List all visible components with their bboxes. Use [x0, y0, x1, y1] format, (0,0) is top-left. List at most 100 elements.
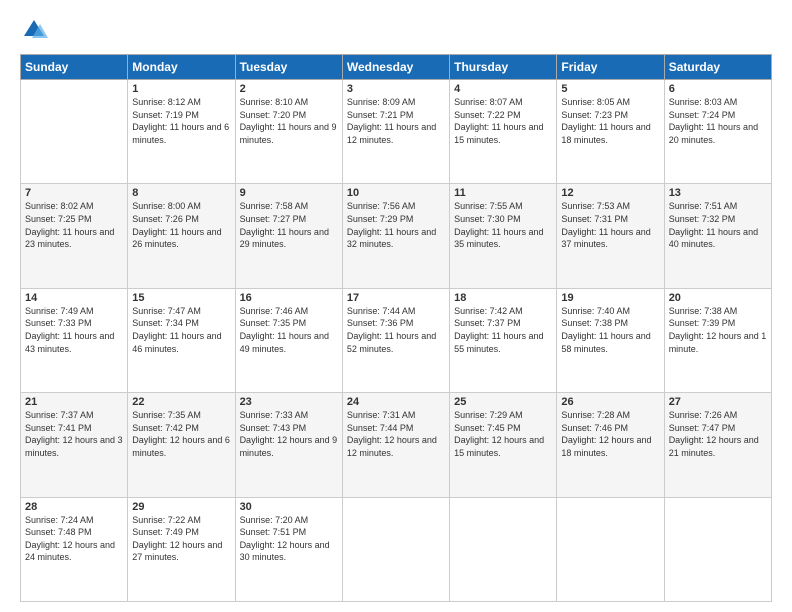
calendar-cell: 12Sunrise: 7:53 AMSunset: 7:31 PMDayligh… — [557, 184, 664, 288]
calendar-cell: 21Sunrise: 7:37 AMSunset: 7:41 PMDayligh… — [21, 393, 128, 497]
logo — [20, 16, 52, 44]
day-number: 28 — [25, 501, 123, 513]
day-number: 9 — [240, 187, 338, 199]
day-number: 25 — [454, 396, 552, 408]
calendar-cell: 5Sunrise: 8:05 AMSunset: 7:23 PMDaylight… — [557, 80, 664, 184]
day-info: Sunrise: 7:55 AMSunset: 7:30 PMDaylight:… — [454, 200, 552, 250]
day-info: Sunrise: 8:10 AMSunset: 7:20 PMDaylight:… — [240, 96, 338, 146]
day-number: 29 — [132, 501, 230, 513]
day-info: Sunrise: 8:00 AMSunset: 7:26 PMDaylight:… — [132, 200, 230, 250]
calendar-header-wednesday: Wednesday — [342, 55, 449, 80]
calendar-cell: 19Sunrise: 7:40 AMSunset: 7:38 PMDayligh… — [557, 288, 664, 392]
calendar-cell — [664, 497, 771, 601]
day-info: Sunrise: 7:47 AMSunset: 7:34 PMDaylight:… — [132, 305, 230, 355]
day-info: Sunrise: 8:05 AMSunset: 7:23 PMDaylight:… — [561, 96, 659, 146]
calendar-cell — [21, 80, 128, 184]
calendar-cell: 13Sunrise: 7:51 AMSunset: 7:32 PMDayligh… — [664, 184, 771, 288]
day-info: Sunrise: 8:02 AMSunset: 7:25 PMDaylight:… — [25, 200, 123, 250]
day-number: 16 — [240, 292, 338, 304]
day-info: Sunrise: 7:31 AMSunset: 7:44 PMDaylight:… — [347, 409, 445, 459]
day-info: Sunrise: 8:12 AMSunset: 7:19 PMDaylight:… — [132, 96, 230, 146]
day-info: Sunrise: 7:58 AMSunset: 7:27 PMDaylight:… — [240, 200, 338, 250]
calendar-cell: 24Sunrise: 7:31 AMSunset: 7:44 PMDayligh… — [342, 393, 449, 497]
calendar-cell — [557, 497, 664, 601]
calendar-cell: 6Sunrise: 8:03 AMSunset: 7:24 PMDaylight… — [664, 80, 771, 184]
day-number: 18 — [454, 292, 552, 304]
calendar-cell: 9Sunrise: 7:58 AMSunset: 7:27 PMDaylight… — [235, 184, 342, 288]
day-info: Sunrise: 7:56 AMSunset: 7:29 PMDaylight:… — [347, 200, 445, 250]
calendar-cell: 26Sunrise: 7:28 AMSunset: 7:46 PMDayligh… — [557, 393, 664, 497]
day-number: 2 — [240, 83, 338, 95]
day-number: 20 — [669, 292, 767, 304]
calendar-week-4: 21Sunrise: 7:37 AMSunset: 7:41 PMDayligh… — [21, 393, 772, 497]
calendar-header-row: SundayMondayTuesdayWednesdayThursdayFrid… — [21, 55, 772, 80]
day-number: 15 — [132, 292, 230, 304]
day-number: 24 — [347, 396, 445, 408]
calendar-cell: 10Sunrise: 7:56 AMSunset: 7:29 PMDayligh… — [342, 184, 449, 288]
calendar-cell — [342, 497, 449, 601]
calendar-table: SundayMondayTuesdayWednesdayThursdayFrid… — [20, 54, 772, 602]
calendar-cell: 15Sunrise: 7:47 AMSunset: 7:34 PMDayligh… — [128, 288, 235, 392]
calendar-cell: 7Sunrise: 8:02 AMSunset: 7:25 PMDaylight… — [21, 184, 128, 288]
day-info: Sunrise: 7:38 AMSunset: 7:39 PMDaylight:… — [669, 305, 767, 355]
day-number: 17 — [347, 292, 445, 304]
day-info: Sunrise: 7:53 AMSunset: 7:31 PMDaylight:… — [561, 200, 659, 250]
day-number: 10 — [347, 187, 445, 199]
day-info: Sunrise: 7:24 AMSunset: 7:48 PMDaylight:… — [25, 514, 123, 564]
day-info: Sunrise: 7:46 AMSunset: 7:35 PMDaylight:… — [240, 305, 338, 355]
calendar-cell: 23Sunrise: 7:33 AMSunset: 7:43 PMDayligh… — [235, 393, 342, 497]
day-number: 1 — [132, 83, 230, 95]
logo-icon — [20, 16, 48, 44]
day-number: 22 — [132, 396, 230, 408]
day-number: 14 — [25, 292, 123, 304]
day-number: 26 — [561, 396, 659, 408]
calendar-header-sunday: Sunday — [21, 55, 128, 80]
calendar-cell — [450, 497, 557, 601]
calendar-cell: 2Sunrise: 8:10 AMSunset: 7:20 PMDaylight… — [235, 80, 342, 184]
day-info: Sunrise: 7:33 AMSunset: 7:43 PMDaylight:… — [240, 409, 338, 459]
calendar-week-3: 14Sunrise: 7:49 AMSunset: 7:33 PMDayligh… — [21, 288, 772, 392]
day-info: Sunrise: 7:29 AMSunset: 7:45 PMDaylight:… — [454, 409, 552, 459]
calendar-cell: 11Sunrise: 7:55 AMSunset: 7:30 PMDayligh… — [450, 184, 557, 288]
day-number: 13 — [669, 187, 767, 199]
day-info: Sunrise: 7:42 AMSunset: 7:37 PMDaylight:… — [454, 305, 552, 355]
day-info: Sunrise: 7:37 AMSunset: 7:41 PMDaylight:… — [25, 409, 123, 459]
calendar-cell: 27Sunrise: 7:26 AMSunset: 7:47 PMDayligh… — [664, 393, 771, 497]
day-info: Sunrise: 7:44 AMSunset: 7:36 PMDaylight:… — [347, 305, 445, 355]
day-number: 12 — [561, 187, 659, 199]
day-number: 11 — [454, 187, 552, 199]
calendar-cell: 20Sunrise: 7:38 AMSunset: 7:39 PMDayligh… — [664, 288, 771, 392]
calendar-cell: 17Sunrise: 7:44 AMSunset: 7:36 PMDayligh… — [342, 288, 449, 392]
calendar-header-saturday: Saturday — [664, 55, 771, 80]
calendar-cell: 28Sunrise: 7:24 AMSunset: 7:48 PMDayligh… — [21, 497, 128, 601]
calendar-cell: 4Sunrise: 8:07 AMSunset: 7:22 PMDaylight… — [450, 80, 557, 184]
calendar-header-tuesday: Tuesday — [235, 55, 342, 80]
page: SundayMondayTuesdayWednesdayThursdayFrid… — [0, 0, 792, 612]
day-number: 6 — [669, 83, 767, 95]
day-number: 27 — [669, 396, 767, 408]
day-info: Sunrise: 7:40 AMSunset: 7:38 PMDaylight:… — [561, 305, 659, 355]
day-info: Sunrise: 8:03 AMSunset: 7:24 PMDaylight:… — [669, 96, 767, 146]
calendar-week-2: 7Sunrise: 8:02 AMSunset: 7:25 PMDaylight… — [21, 184, 772, 288]
day-number: 5 — [561, 83, 659, 95]
day-number: 3 — [347, 83, 445, 95]
day-info: Sunrise: 7:28 AMSunset: 7:46 PMDaylight:… — [561, 409, 659, 459]
day-info: Sunrise: 7:35 AMSunset: 7:42 PMDaylight:… — [132, 409, 230, 459]
calendar-cell: 22Sunrise: 7:35 AMSunset: 7:42 PMDayligh… — [128, 393, 235, 497]
calendar-header-friday: Friday — [557, 55, 664, 80]
day-number: 23 — [240, 396, 338, 408]
day-info: Sunrise: 8:07 AMSunset: 7:22 PMDaylight:… — [454, 96, 552, 146]
calendar-cell: 1Sunrise: 8:12 AMSunset: 7:19 PMDaylight… — [128, 80, 235, 184]
day-number: 4 — [454, 83, 552, 95]
day-number: 30 — [240, 501, 338, 513]
day-info: Sunrise: 7:26 AMSunset: 7:47 PMDaylight:… — [669, 409, 767, 459]
calendar-cell: 29Sunrise: 7:22 AMSunset: 7:49 PMDayligh… — [128, 497, 235, 601]
day-info: Sunrise: 7:22 AMSunset: 7:49 PMDaylight:… — [132, 514, 230, 564]
calendar-cell: 25Sunrise: 7:29 AMSunset: 7:45 PMDayligh… — [450, 393, 557, 497]
day-info: Sunrise: 7:51 AMSunset: 7:32 PMDaylight:… — [669, 200, 767, 250]
day-number: 21 — [25, 396, 123, 408]
calendar-week-1: 1Sunrise: 8:12 AMSunset: 7:19 PMDaylight… — [21, 80, 772, 184]
calendar-cell: 3Sunrise: 8:09 AMSunset: 7:21 PMDaylight… — [342, 80, 449, 184]
calendar-cell: 16Sunrise: 7:46 AMSunset: 7:35 PMDayligh… — [235, 288, 342, 392]
day-number: 19 — [561, 292, 659, 304]
